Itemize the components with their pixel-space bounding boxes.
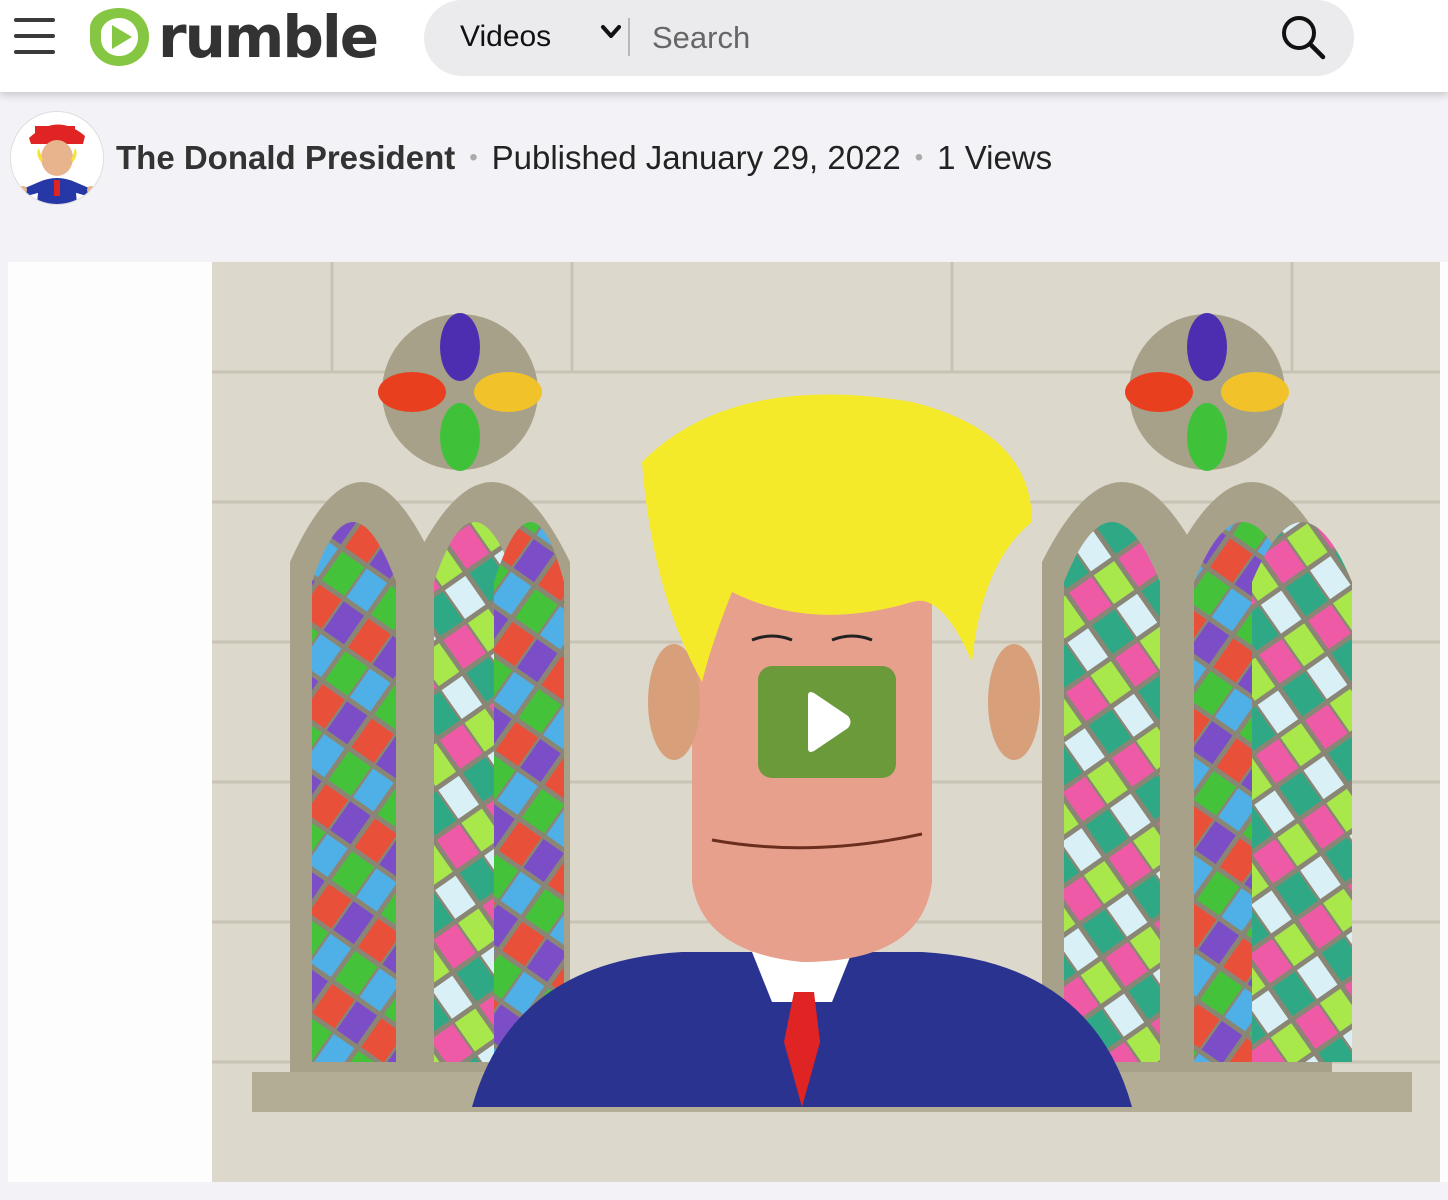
avatar-cartoon-icon: [11, 112, 103, 204]
separator-dot: •: [469, 144, 478, 171]
video-player[interactable]: [212, 262, 1440, 1182]
rumble-logo[interactable]: rumble: [86, 3, 379, 71]
channel-name-link[interactable]: The Donald President: [116, 139, 455, 177]
view-count: 1 Views: [937, 139, 1053, 176]
chevron-down-icon[interactable]: [600, 24, 622, 40]
menu-icon[interactable]: [14, 18, 55, 54]
category-select[interactable]: Videos: [460, 14, 551, 60]
play-icon: [808, 692, 851, 752]
video-meta: The Donald President • Published January…: [116, 139, 1052, 177]
published-date: Published January 29, 2022: [491, 139, 901, 176]
channel-avatar[interactable]: [10, 111, 104, 205]
separator-dot: •: [914, 144, 924, 171]
video-meta-row: The Donald President • Published January…: [10, 110, 1052, 206]
search-input[interactable]: [650, 12, 1254, 64]
search-icon[interactable]: [1278, 12, 1328, 62]
search-divider: [628, 18, 630, 56]
search-bar: Videos: [424, 0, 1354, 76]
video-area: [8, 262, 1448, 1182]
category-label: Videos: [460, 20, 552, 53]
top-header: rumble Videos: [0, 0, 1448, 92]
logo-text: rumble: [158, 3, 379, 71]
rumble-logo-icon: [90, 8, 149, 66]
play-button[interactable]: [758, 666, 896, 778]
